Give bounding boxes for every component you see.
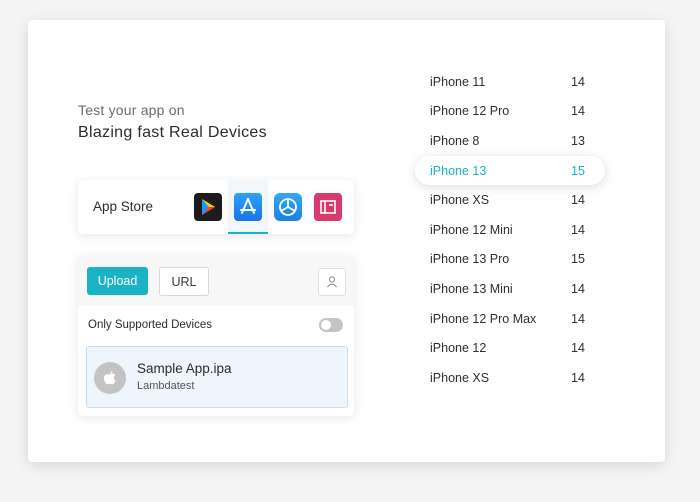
intro-subtitle: Test your app on: [78, 102, 185, 118]
file-subtitle: Lambdatest: [137, 380, 195, 392]
file-avatar: [94, 362, 126, 394]
device-name: iPhone 12 Pro Max: [430, 311, 537, 326]
device-name: iPhone 13: [430, 163, 487, 178]
device-row[interactable]: iPhone 12 Pro Max 14: [415, 304, 605, 334]
google-play-icon: [194, 193, 222, 221]
file-name: Sample App.ipa: [137, 361, 232, 376]
testflight-icon: [274, 193, 302, 221]
device-os-version: 15: [571, 252, 585, 267]
device-name: iPhone 8: [430, 133, 480, 148]
device-list: iPhone 11 14 iPhone 12 Pro 14 iPhone 8 13 iPho…: [415, 67, 605, 393]
store-option-google-play[interactable]: [188, 180, 228, 234]
app-store-icon: [234, 193, 262, 221]
store-option-testflight[interactable]: [268, 180, 308, 234]
device-os-version: 14: [571, 104, 585, 119]
url-button[interactable]: URL: [159, 267, 209, 296]
device-row[interactable]: iPhone 12 Pro 14: [415, 97, 605, 127]
device-row[interactable]: iPhone 12 Mini 14: [415, 215, 605, 245]
uploaded-file-card[interactable]: Sample App.ipa Lambdatest: [86, 346, 348, 408]
device-row[interactable]: iPhone 13 15: [415, 155, 605, 186]
device-name: iPhone 11: [430, 74, 486, 89]
device-os-version: 14: [571, 311, 585, 326]
device-row[interactable]: iPhone 13 Mini 14: [415, 274, 605, 304]
device-name: iPhone 13 Pro: [430, 252, 510, 267]
device-row[interactable]: iPhone 12 14: [415, 333, 605, 363]
device-os-version: 14: [571, 193, 585, 208]
device-name: iPhone XS: [430, 193, 490, 208]
device-row[interactable]: iPhone 8 13: [415, 126, 605, 156]
upload-panel: Upload URL Only Supported Devices Sample…: [78, 256, 354, 416]
store-label: App Store: [93, 199, 154, 214]
device-name: iPhone XS: [430, 370, 490, 385]
apple-icon: [103, 371, 116, 385]
upload-toolbar: Upload URL: [78, 256, 354, 306]
device-os-version: 14: [571, 341, 585, 356]
device-os-version: 14: [571, 281, 585, 296]
user-icon: [327, 276, 337, 288]
device-row[interactable]: iPhone 13 Pro 15: [415, 245, 605, 275]
intro-title: Blazing fast Real Devices: [78, 124, 267, 141]
store-option-app-center[interactable]: [308, 180, 348, 234]
device-name: iPhone 12 Mini: [430, 222, 513, 237]
app-store-selector: App Store: [78, 180, 354, 234]
supported-devices-label: Only Supported Devices: [88, 319, 213, 331]
device-os-version: 15: [571, 163, 585, 178]
device-name: iPhone 12: [430, 341, 487, 356]
user-button[interactable]: [318, 268, 346, 296]
store-option-app-store[interactable]: [228, 180, 268, 234]
device-os-version: 14: [571, 370, 585, 385]
device-os-version: 13: [571, 133, 585, 148]
upload-button[interactable]: Upload: [87, 267, 148, 295]
device-row[interactable]: iPhone 11 14: [415, 67, 605, 97]
toggle-knob: [321, 320, 331, 330]
app-center-icon: [314, 193, 342, 221]
device-name: iPhone 13 Mini: [430, 281, 513, 296]
device-row[interactable]: iPhone XS 14: [415, 363, 605, 393]
device-row[interactable]: iPhone XS 14: [415, 185, 605, 215]
device-os-version: 14: [571, 222, 585, 237]
device-name: iPhone 12 Pro: [430, 104, 510, 119]
device-os-version: 14: [571, 74, 585, 89]
supported-devices-toggle[interactable]: [319, 318, 343, 332]
